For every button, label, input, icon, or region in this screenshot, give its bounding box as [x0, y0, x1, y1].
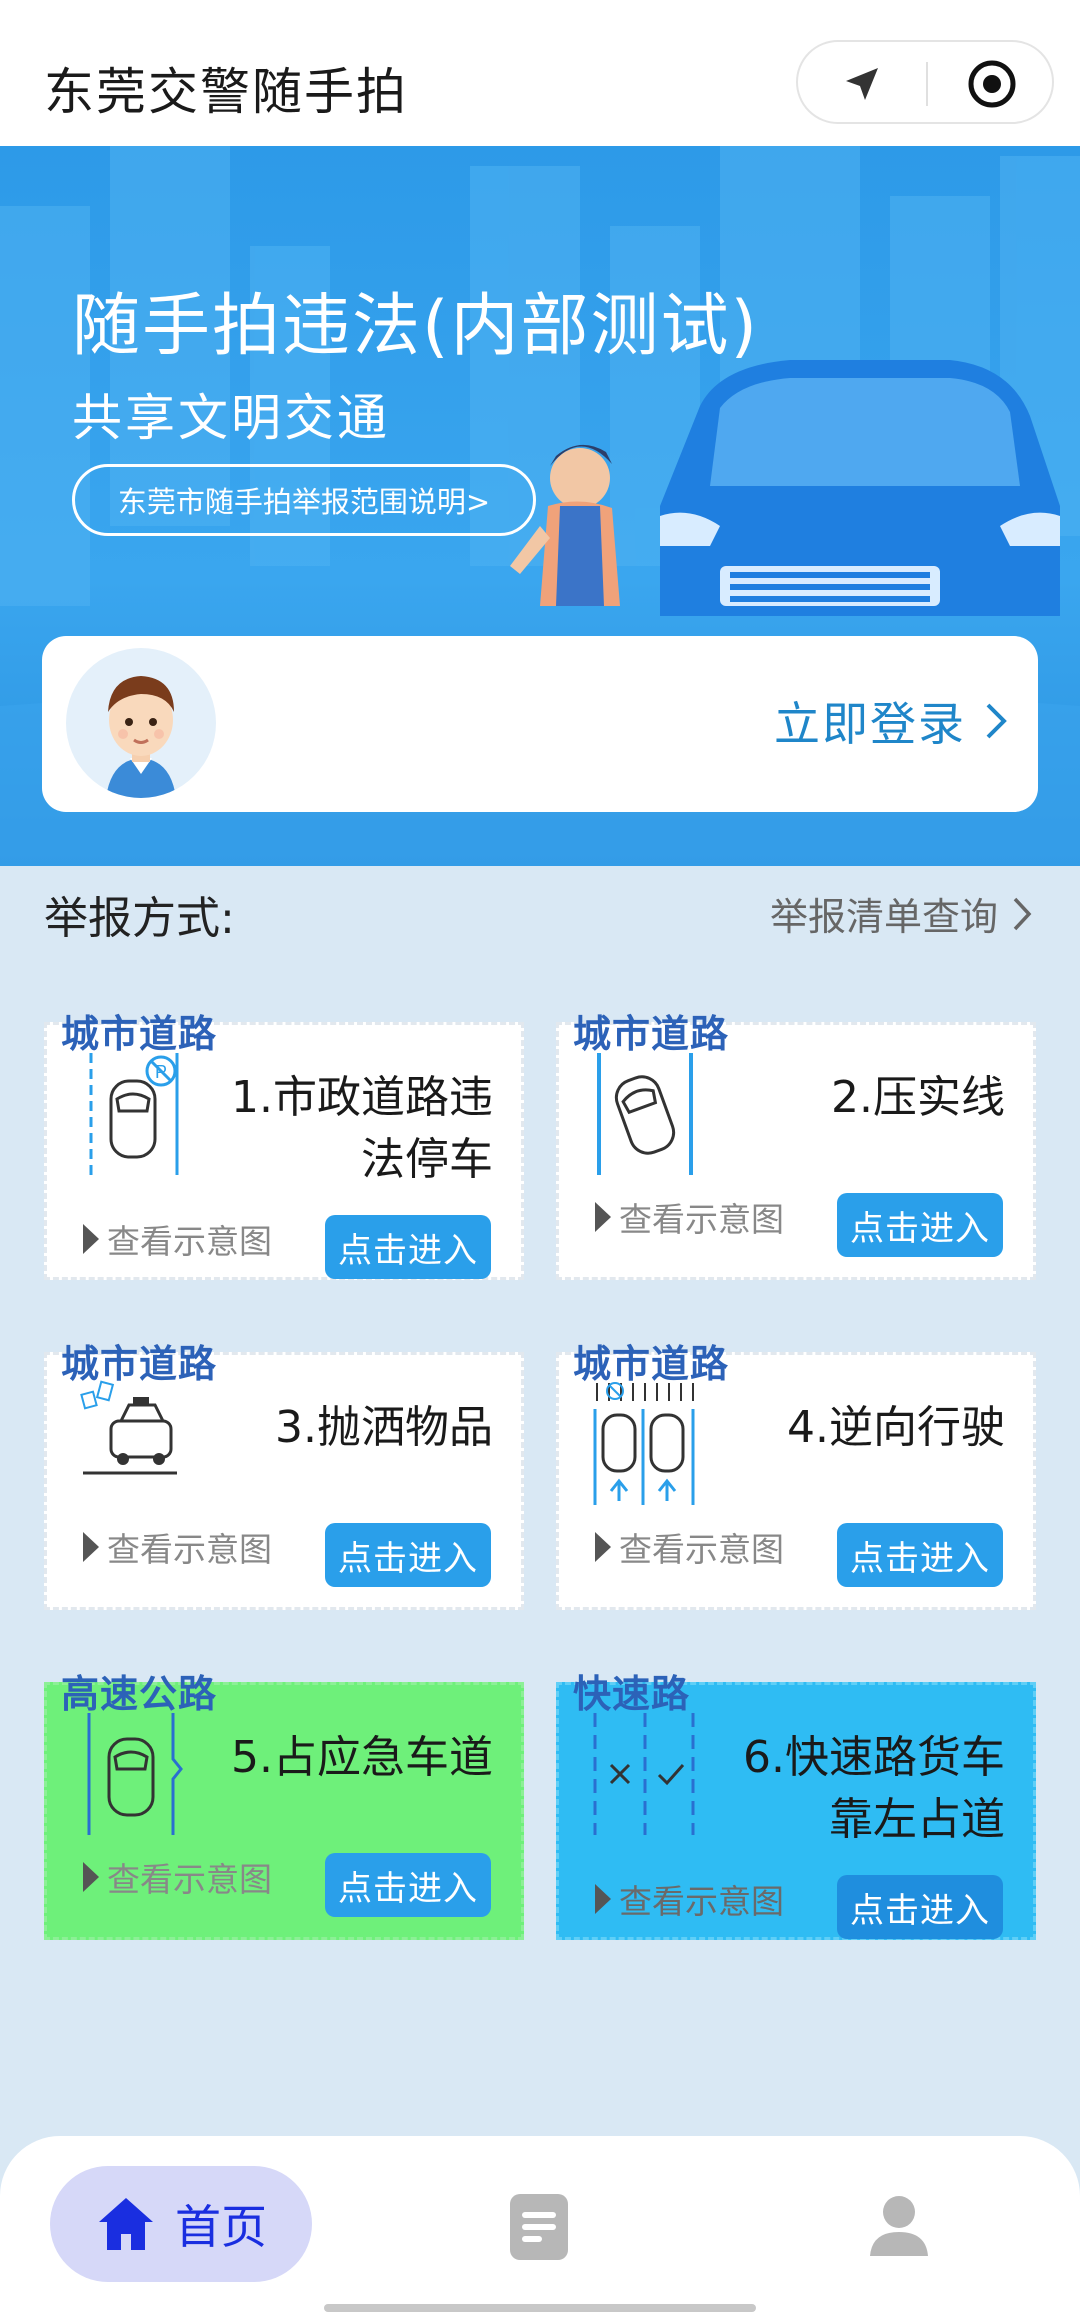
- car-littering-icon: [80, 1380, 177, 1475]
- view-diagram-link[interactable]: 查看示意图: [83, 1523, 272, 1571]
- car-solid-line-icon: [597, 1053, 693, 1175]
- chevron-right-icon: [1013, 897, 1032, 930]
- nav-records-tab[interactable]: [508, 2192, 570, 2266]
- nav-profile-tab[interactable]: [866, 2192, 932, 2262]
- chevron-right-icon: [986, 703, 1007, 739]
- view-diagram-label: 查看示意图: [107, 1222, 272, 1261]
- play-triangle-icon: [595, 1532, 611, 1562]
- view-diagram-label: 查看示意图: [619, 1200, 784, 1239]
- enter-button[interactable]: 点击进入: [837, 1875, 1003, 1939]
- car-illustration: [660, 360, 1060, 616]
- car-parking-icon: P: [89, 1053, 179, 1175]
- enter-button[interactable]: 点击进入: [325, 1523, 491, 1587]
- banner-subtitle: 共享文明交通: [72, 389, 390, 447]
- play-triangle-icon: [83, 1224, 99, 1254]
- view-diagram-label: 查看示意图: [107, 1530, 272, 1569]
- user-icon: [870, 2196, 928, 2256]
- login-card[interactable]: 立即登录: [42, 636, 1038, 812]
- view-diagram-label: 查看示意图: [107, 1860, 272, 1899]
- card-title: 6.快速路货车靠左占道: [743, 1732, 1005, 1845]
- view-diagram-link[interactable]: 查看示意图: [595, 1875, 784, 1923]
- report-card-truck-left-lane[interactable]: 快速路 6.快速路货车靠左占道 查看示意图 点击进入: [556, 1672, 1036, 1940]
- avatar: [66, 648, 216, 798]
- location-arrow-icon: [846, 68, 878, 100]
- view-diagram-link[interactable]: 查看示意图: [83, 1215, 272, 1263]
- card-title: 4.逆向行驶: [787, 1402, 1005, 1453]
- home-indicator: [324, 2304, 756, 2312]
- enter-button[interactable]: 点击进入: [837, 1523, 1003, 1587]
- close-miniprogram-button[interactable]: [928, 42, 1056, 126]
- nav-home-label: 首页: [175, 2200, 267, 2254]
- document-icon: [510, 2194, 568, 2260]
- scope-explanation-link[interactable]: 东莞市随手拍举报范围说明>: [72, 464, 536, 536]
- banner-title: 随手拍违法(内部测试): [72, 287, 760, 366]
- play-triangle-icon: [83, 1862, 99, 1892]
- play-triangle-icon: [83, 1532, 99, 1562]
- car-wrong-way-icon: [593, 1382, 695, 1505]
- login-label: 立即登录: [774, 697, 966, 751]
- mini-program-capsule: [796, 40, 1054, 124]
- view-diagram-link[interactable]: 查看示意图: [595, 1523, 784, 1571]
- nav-home-tab[interactable]: 首页: [50, 2166, 312, 2282]
- expressway-lane-icon: [593, 1713, 695, 1835]
- card-title: 1.市政道路违法停车: [231, 1072, 493, 1185]
- view-diagram-link[interactable]: 查看示意图: [595, 1193, 784, 1241]
- report-methods-title: 举报方式:: [44, 893, 235, 944]
- card-title: 5.占应急车道: [231, 1732, 493, 1783]
- card-title: 2.压实线: [831, 1072, 1005, 1123]
- enter-button[interactable]: 点击进入: [837, 1193, 1003, 1257]
- app-title: 东莞交警随手拍: [44, 63, 408, 121]
- enter-button[interactable]: 点击进入: [325, 1853, 491, 1917]
- target-circle-icon: [968, 60, 1016, 108]
- view-diagram-label: 查看示意图: [619, 1882, 784, 1921]
- report-list-query-label: 举报清单查询: [769, 895, 998, 939]
- report-card-emergency-lane[interactable]: 高速公路 5.占应急车道 查看示意图 点击进入: [44, 1672, 524, 1940]
- emergency-lane-icon: [87, 1713, 183, 1835]
- home-icon: [99, 2198, 153, 2250]
- location-button[interactable]: [798, 42, 926, 126]
- report-card-wrong-way[interactable]: 城市道路 4.逆向行驶 查看示意图 点击进入: [556, 1342, 1036, 1610]
- top-bar: 东莞交警随手拍: [0, 0, 1080, 146]
- play-triangle-icon: [595, 1884, 611, 1914]
- report-card-illegal-parking[interactable]: 城市道路 P 1.市政道路违法停车 查看示意图 点击进入: [44, 1012, 524, 1280]
- view-diagram-link[interactable]: 查看示意图: [83, 1853, 272, 1901]
- bottom-nav: 首页: [0, 2136, 1080, 2317]
- report-list-query-link[interactable]: 举报清单查询: [770, 886, 1032, 941]
- report-card-littering[interactable]: 城市道路 3.抛洒物品 查看示意图 点击进入: [44, 1342, 524, 1610]
- card-title: 3.抛洒物品: [275, 1402, 493, 1453]
- enter-button[interactable]: 点击进入: [325, 1215, 491, 1279]
- report-card-solid-line[interactable]: 城市道路 2.压实线 查看示意图 点击进入: [556, 1012, 1036, 1280]
- login-button[interactable]: 立即登录: [774, 688, 1008, 754]
- view-diagram-label: 查看示意图: [619, 1530, 784, 1569]
- play-triangle-icon: [595, 1202, 611, 1232]
